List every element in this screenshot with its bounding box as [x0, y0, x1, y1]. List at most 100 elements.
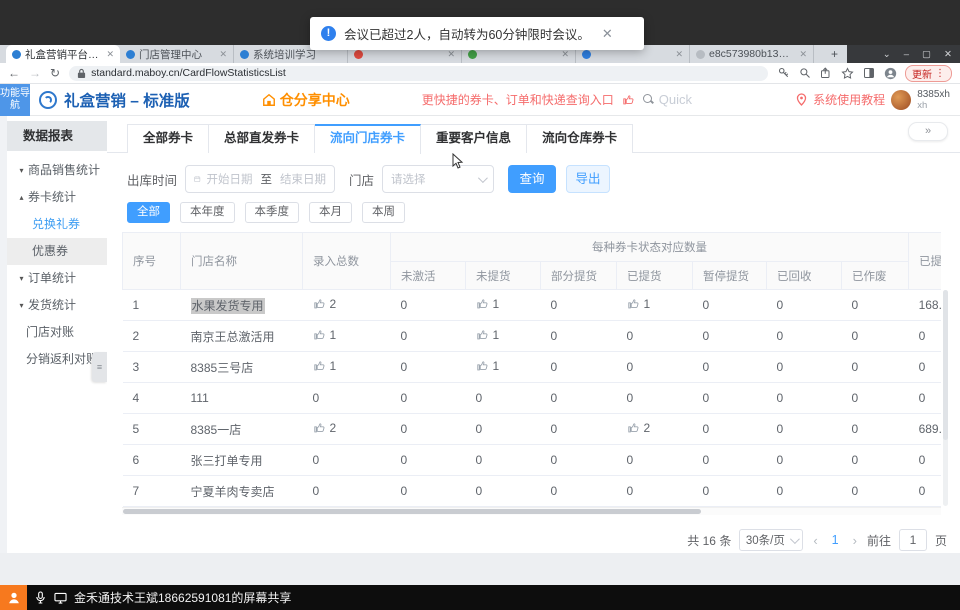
- goto-page-input[interactable]: [899, 529, 927, 551]
- toast-close-icon[interactable]: ✕: [602, 26, 613, 42]
- tab-favicon-icon: [240, 50, 249, 59]
- tab-close-icon[interactable]: ✕: [675, 49, 683, 60]
- start-date-placeholder: 开始日期: [207, 171, 253, 187]
- browser-tab[interactable]: 门店管理中心✕: [120, 45, 234, 63]
- prev-page-button[interactable]: ‹: [811, 533, 819, 548]
- date-range-input[interactable]: 开始日期 至 结束日期: [185, 165, 335, 193]
- browser-tab[interactable]: e8c573980b1328a2586d2e6✕: [690, 45, 814, 63]
- page-size-select[interactable]: 30条/页: [739, 529, 803, 551]
- reading-mode-icon[interactable]: [863, 67, 875, 79]
- count-with-hand-icon[interactable]: 1: [476, 328, 500, 342]
- count-with-hand-icon[interactable]: 2: [313, 421, 337, 435]
- store-name-text[interactable]: 水果发货专用: [191, 298, 265, 314]
- sidebar-item[interactable]: 兑换礼券: [7, 211, 107, 238]
- store-name-text[interactable]: 宁夏羊肉专卖店: [191, 485, 275, 499]
- tab-close-icon[interactable]: ✕: [561, 49, 569, 60]
- tab-close-icon[interactable]: ✕: [447, 49, 455, 60]
- maximize-icon[interactable]: ▢: [922, 49, 931, 60]
- store-name-text[interactable]: 南京王总激活用: [191, 330, 275, 344]
- quick-filter-button[interactable]: 本周: [362, 202, 405, 223]
- quick-search-icon[interactable]: [643, 94, 654, 105]
- collapse-pill-button[interactable]: »: [908, 122, 948, 141]
- quick-filter-button[interactable]: 全部: [127, 202, 170, 223]
- content-tab[interactable]: 流向门店券卡: [315, 124, 421, 154]
- microphone-icon[interactable]: [35, 591, 46, 604]
- cell-no: 2: [123, 321, 181, 352]
- content-tab[interactable]: 总部直发券卡: [209, 124, 315, 153]
- table-row: 7宁夏羊肉专卖店000000000: [123, 476, 942, 507]
- export-button[interactable]: 导出: [566, 165, 610, 193]
- col-header-status: 已回收: [767, 262, 842, 290]
- count-with-hand-icon[interactable]: 1: [476, 359, 500, 373]
- sidebar-collapse-handle[interactable]: ≡: [92, 352, 107, 382]
- new-tab-button[interactable]: +: [828, 48, 841, 61]
- quick-filter-button[interactable]: 本月: [309, 202, 352, 223]
- count-with-hand-icon[interactable]: 1: [627, 297, 651, 311]
- screen-share-icon[interactable]: [54, 592, 67, 604]
- quick-filter-button[interactable]: 本年度: [180, 202, 235, 223]
- cell-value: 0: [541, 445, 617, 476]
- page-size-value: 30条/页: [746, 532, 785, 548]
- hand-count-icon: [313, 297, 326, 310]
- hscroll-thumb[interactable]: [123, 509, 701, 514]
- store-name-text[interactable]: 111: [191, 391, 209, 405]
- vertical-scrollbar[interactable]: [943, 290, 948, 506]
- count-with-hand-icon[interactable]: 2: [627, 421, 651, 435]
- sidebar-item[interactable]: 优惠券: [7, 238, 107, 265]
- sidebar-item[interactable]: ▾订单统计: [7, 265, 107, 292]
- horizontal-scrollbar[interactable]: [122, 507, 941, 515]
- sidebar-item[interactable]: ▾商品销售统计: [7, 157, 107, 184]
- tutorial-link[interactable]: 系统使用教程: [813, 91, 885, 108]
- browser-update-button[interactable]: 更新 ⋮: [905, 65, 952, 82]
- store-name-text[interactable]: 张三打单专用: [191, 454, 263, 468]
- reload-icon[interactable]: ↻: [50, 66, 60, 80]
- sidebar-item[interactable]: 门店对账: [7, 319, 107, 346]
- key-icon[interactable]: [778, 67, 790, 79]
- quick-search-label[interactable]: Quick: [659, 92, 692, 107]
- count-with-hand-icon[interactable]: 1: [476, 297, 500, 311]
- minimize-icon[interactable]: –: [904, 49, 909, 60]
- content-tab[interactable]: 重要客户信息: [421, 124, 527, 153]
- current-page[interactable]: 1: [828, 533, 843, 547]
- forward-icon[interactable]: →: [29, 66, 41, 80]
- cell-value: 0: [617, 383, 693, 414]
- sidebar-item-label: 券卡统计: [28, 184, 76, 211]
- sidebar-item[interactable]: ▴券卡统计: [7, 184, 107, 211]
- next-page-button[interactable]: ›: [851, 533, 859, 548]
- sidebar-item-label: 发货统计: [28, 292, 76, 319]
- profile-icon[interactable]: [884, 67, 897, 80]
- tab-close-icon[interactable]: ✕: [799, 49, 807, 60]
- cell-value: 0: [842, 352, 909, 383]
- content-tab[interactable]: 全部券卡: [127, 124, 209, 153]
- bookmark-star-icon[interactable]: [841, 67, 854, 80]
- share-icon[interactable]: [820, 67, 832, 79]
- cell-store-name: 宁夏羊肉专卖店: [181, 476, 303, 507]
- share-center-link[interactable]: 仓分享中心: [262, 90, 350, 110]
- header-right-group: 系统使用教程 8385xh xh: [796, 89, 960, 111]
- store-name-text[interactable]: 8385一店: [191, 423, 242, 437]
- content-tab[interactable]: 流向仓库券卡: [527, 124, 633, 153]
- vscroll-thumb[interactable]: [943, 290, 948, 440]
- user-avatar[interactable]: [891, 90, 911, 110]
- count-with-hand-icon[interactable]: 1: [313, 328, 337, 342]
- count-with-hand-icon[interactable]: 2: [313, 297, 337, 311]
- tabsearch-chevron-icon[interactable]: ⌄: [883, 49, 891, 60]
- store-name-text[interactable]: 8385三号店: [191, 361, 254, 375]
- function-nav-button[interactable]: 功能导航: [0, 84, 30, 116]
- back-icon[interactable]: ←: [8, 66, 20, 80]
- zoom-icon[interactable]: [799, 67, 811, 79]
- share-bar-text: 金禾通技术王斌18662591081的屏幕共享: [74, 589, 291, 606]
- store-select[interactable]: 请选择: [382, 165, 494, 193]
- search-button[interactable]: 查询: [508, 165, 556, 193]
- menu-dots-icon[interactable]: ⋮: [935, 68, 945, 79]
- toolbar-icons: [778, 67, 897, 80]
- tab-close-icon[interactable]: ✕: [106, 49, 114, 60]
- browser-tab[interactable]: 礼盒营销平台管理中心✕: [6, 45, 120, 63]
- quick-filter-button[interactable]: 本季度: [245, 202, 300, 223]
- address-bar[interactable]: standard.maboy.cn/CardFlowStatisticsList: [69, 66, 768, 81]
- count-with-hand-icon[interactable]: 1: [313, 359, 337, 373]
- tab-close-icon[interactable]: ✕: [219, 49, 227, 60]
- sidebar-item[interactable]: ▾发货统计: [7, 292, 107, 319]
- close-icon[interactable]: ✕: [944, 49, 952, 60]
- cell-value: 0: [617, 352, 693, 383]
